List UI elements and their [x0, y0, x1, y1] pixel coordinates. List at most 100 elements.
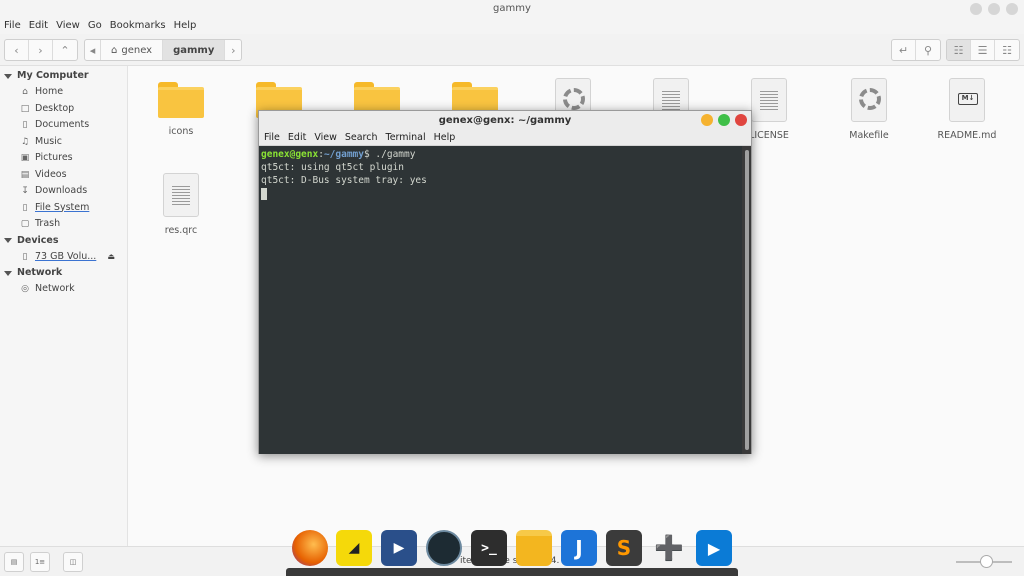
pictures-icon: ▣	[20, 153, 30, 163]
sidebar-header-my-computer[interactable]: My Computer	[0, 68, 127, 84]
menu-help[interactable]: Help	[174, 18, 197, 34]
trash-icon: ▢	[20, 219, 30, 229]
menu-file[interactable]: File	[4, 18, 21, 34]
terminal-menu-view[interactable]: View	[314, 130, 337, 145]
sidebar-item-desktop[interactable]: □ Desktop	[0, 101, 127, 118]
terminal-output[interactable]: genex@genx:~/gammy$ ./gammy qt5ct: using…	[259, 146, 743, 454]
files-icon[interactable]	[516, 530, 552, 566]
back-button[interactable]: ‹	[5, 40, 29, 60]
breadcrumb-left-button[interactable]: ◂	[85, 40, 101, 60]
sticky-notes-icon[interactable]: ◢	[336, 530, 372, 566]
terminal-scrollbar[interactable]	[742, 146, 751, 454]
breadcrumb-genex[interactable]: ⌂ genex	[101, 40, 164, 60]
compact-view-button[interactable]: ☷	[995, 40, 1019, 60]
tool-buttons: ↵ ⚲	[891, 39, 941, 61]
maximize-button[interactable]	[988, 3, 1000, 15]
sidebar-item-music[interactable]: ♫ Music	[0, 134, 127, 151]
downloads-icon: ↧	[21, 186, 29, 196]
menubar: File Edit View Go Bookmarks Help	[0, 18, 1024, 34]
file-item-res-qrc[interactable]: res.qrc	[136, 173, 226, 236]
file-item-readme[interactable]: M↓ README.md	[922, 78, 1012, 141]
sidebar-header-devices[interactable]: Devices	[0, 233, 127, 249]
tree-icon: 1≡	[34, 558, 46, 566]
sidebar-icon: ◫	[69, 558, 77, 566]
sublime-text-icon[interactable]: S	[606, 530, 642, 566]
search-button[interactable]: ⚲	[916, 40, 940, 60]
list-view-button[interactable]: ☰	[971, 40, 995, 60]
documents-icon: ▯	[22, 120, 28, 130]
media-player-icon[interactable]: ▶	[696, 530, 732, 566]
breadcrumb-right-button[interactable]: ›	[225, 40, 241, 60]
terminal-window: genex@genx: ~/gammy File Edit View Searc…	[258, 110, 752, 454]
sidebar-item-volume[interactable]: ▯ 73 GB Volu... ⏏	[0, 249, 127, 266]
drive-icon: ▯	[22, 202, 28, 213]
sidebar-item-documents[interactable]: ▯ Documents	[0, 117, 127, 134]
zoom-slider-handle[interactable]	[980, 555, 993, 568]
sidebar-item-trash[interactable]: ▢ Trash	[0, 216, 127, 233]
video-editor-icon[interactable]: ▶	[381, 530, 417, 566]
terminal-icon[interactable]: >_	[471, 530, 507, 566]
toggle-location-button[interactable]: ↵	[892, 40, 916, 60]
videos-icon: ▤	[20, 169, 30, 180]
sidebar-item-pictures[interactable]: ▣ Pictures	[0, 150, 127, 167]
terminal-title: genex@genx: ~/gammy	[438, 115, 572, 126]
terminal-menu-search[interactable]: Search	[345, 130, 378, 145]
terminal-menubar: File Edit View Search Terminal Help	[259, 130, 751, 146]
chevron-left-icon: ‹	[14, 43, 19, 57]
terminal-cursor	[261, 187, 267, 200]
menu-edit[interactable]: Edit	[29, 18, 48, 34]
expander-icon	[4, 270, 12, 276]
folder-icon	[158, 82, 204, 118]
file-item-makefile[interactable]: Makefile	[824, 78, 914, 141]
joplin-icon[interactable]: J	[561, 530, 597, 566]
window-titlebar: gammy	[0, 0, 1024, 18]
menu-view[interactable]: View	[56, 18, 80, 34]
sidebar-header-network[interactable]: Network	[0, 265, 127, 281]
eject-icon[interactable]: ⏏	[107, 249, 115, 266]
terminal-menu-file[interactable]: File	[264, 130, 280, 145]
menu-bookmarks[interactable]: Bookmarks	[110, 18, 166, 34]
firefox-icon[interactable]	[292, 530, 328, 566]
system-monitor-icon[interactable]	[426, 530, 462, 566]
sidebar-item-network[interactable]: ◎ Network	[0, 281, 127, 298]
terminal-output-line: qt5ct: using qt5ct plugin	[261, 162, 404, 173]
sidebar-item-file-system[interactable]: ▯ File System	[0, 200, 127, 217]
forward-button[interactable]: ›	[29, 40, 53, 60]
terminal-menu-terminal[interactable]: Terminal	[386, 130, 426, 145]
music-icon: ♫	[20, 136, 30, 147]
drive-icon: ▯	[22, 251, 28, 262]
sidebar-item-videos[interactable]: ▤ Videos	[0, 167, 127, 184]
file-item-icons[interactable]: icons	[136, 82, 226, 137]
expander-icon	[4, 238, 12, 243]
location-icon: ↵	[898, 43, 909, 57]
terminal-menu-edit[interactable]: Edit	[288, 130, 306, 145]
toggle-tree-button[interactable]: 1≡	[30, 552, 50, 572]
icon-view-button[interactable]: ☷	[947, 40, 971, 60]
terminal-menu-help[interactable]: Help	[434, 130, 456, 145]
menu-go[interactable]: Go	[88, 18, 102, 34]
terminal-scrollbar-thumb[interactable]	[745, 150, 749, 450]
toolbar: ‹ › ⌃ ◂ ⌂ genex gammy › ↵ ⚲ ☷ ☰ ☷	[0, 34, 1024, 66]
terminal-maximize-button[interactable]	[718, 114, 730, 126]
terminal-titlebar: genex@genx: ~/gammy	[259, 111, 751, 130]
sidebar-item-home[interactable]: ⌂ Home	[0, 84, 127, 101]
markdown-file-icon: M↓	[949, 78, 985, 122]
terminal-minimize-button[interactable]	[701, 114, 713, 126]
dock: ◢ ▶ >_ J S ➕ ▶	[286, 528, 738, 576]
desktop-icon: □	[20, 103, 30, 114]
breadcrumb-gammy[interactable]: gammy	[163, 40, 226, 60]
toggle-sidebar-button[interactable]: ◫	[63, 552, 83, 572]
breadcrumb: ◂ ⌂ genex gammy ›	[84, 39, 243, 61]
window-title: gammy	[493, 3, 531, 14]
minimize-button[interactable]	[970, 3, 982, 15]
app-add-icon[interactable]: ➕	[651, 530, 687, 566]
terminal-close-button[interactable]	[735, 114, 747, 126]
toggle-places-button[interactable]: ▤	[4, 552, 24, 572]
dock-background	[286, 568, 738, 576]
sidebar-item-downloads[interactable]: ↧ Downloads	[0, 183, 127, 200]
view-buttons: ☷ ☰ ☷	[946, 39, 1020, 61]
home-icon: ⌂	[22, 87, 28, 97]
close-button[interactable]	[1006, 3, 1018, 15]
home-icon: ⌂	[111, 44, 118, 56]
up-button[interactable]: ⌃	[53, 40, 77, 60]
